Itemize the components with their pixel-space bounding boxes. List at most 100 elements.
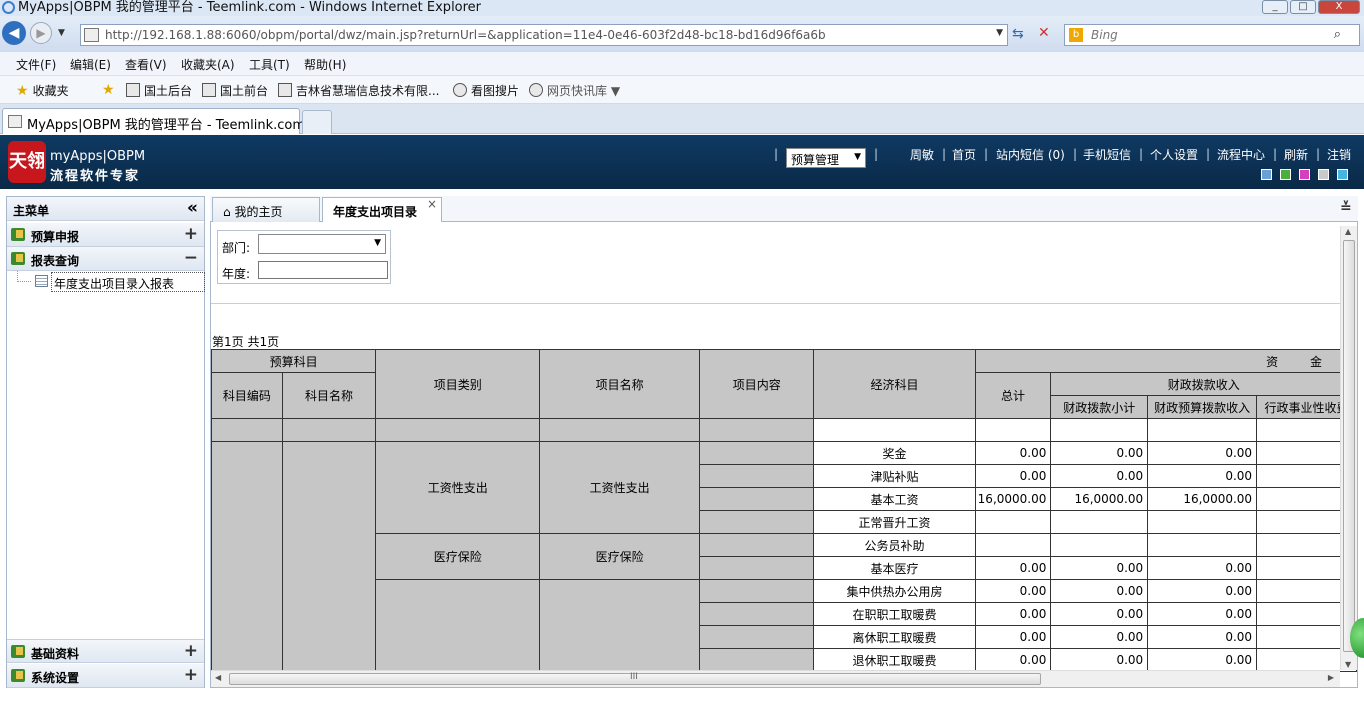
- vertical-scrollbar[interactable]: ▲ ▼: [1340, 226, 1357, 670]
- favorite-link-5[interactable]: 网页快讯库 ▼: [529, 82, 620, 99]
- sidebar-item-report-query[interactable]: 报表查询 −: [7, 247, 204, 271]
- year-label: 年度:: [222, 267, 251, 281]
- menu-bar: 文件(F) 编辑(E) 查看(V) 收藏夹(A) 工具(T) 帮助(H): [0, 52, 1364, 76]
- cell-budget: 16,0000.00: [1147, 487, 1258, 511]
- expand-icon[interactable]: +: [184, 665, 198, 685]
- cell-content: [699, 533, 815, 557]
- menu-edit[interactable]: 编辑(E): [70, 56, 111, 73]
- sidebar-item-basic-data[interactable]: 基础资料 +: [7, 639, 204, 663]
- expand-icon[interactable]: +: [184, 641, 198, 661]
- menu-tools[interactable]: 工具(T): [249, 56, 290, 73]
- dept-select[interactable]: ▼: [258, 234, 386, 254]
- cell-content: [699, 441, 815, 465]
- close-tab-icon[interactable]: ×: [427, 197, 437, 211]
- header-fiscal-subtotal: 财政拨款小计: [1050, 395, 1149, 419]
- sms-link[interactable]: 手机短信: [1083, 146, 1131, 163]
- history-dropdown-icon[interactable]: ▼: [58, 28, 65, 38]
- cell-subtotal: 0.00: [1050, 441, 1149, 465]
- cell-econ: 公务员补助: [813, 533, 976, 557]
- scroll-thumb[interactable]: [1343, 240, 1355, 652]
- cell-content: [699, 556, 815, 580]
- logout-link[interactable]: 注销: [1327, 146, 1351, 163]
- close-window-button[interactable]: X: [1318, 0, 1360, 14]
- forward-button[interactable]: ▶: [30, 22, 52, 44]
- favorite-link-4[interactable]: 看图搜片: [453, 82, 519, 99]
- sidebar-subitem-annual-report[interactable]: 年度支出项目录入报表: [15, 271, 205, 293]
- cell-budget: 0.00: [1147, 579, 1258, 603]
- minimize-button[interactable]: _: [1262, 0, 1288, 14]
- expand-icon[interactable]: +: [184, 224, 198, 244]
- theme-swatch-purple[interactable]: [1299, 169, 1310, 180]
- report-icon: [35, 275, 48, 287]
- favorites-button[interactable]: ★ 收藏夹: [16, 82, 69, 99]
- back-button[interactable]: ◀: [2, 21, 26, 45]
- messages-link[interactable]: 站内短信 (0): [996, 146, 1065, 163]
- search-placeholder: Bing: [1091, 28, 1118, 42]
- tab-my-home[interactable]: ⌂ 我的主页: [212, 197, 320, 222]
- tab-list-dropdown-icon[interactable]: ≚: [1340, 200, 1352, 216]
- favorite-link-3[interactable]: 吉林省慧瑞信息技术有限...: [278, 82, 439, 99]
- menu-view[interactable]: 查看(V): [125, 56, 167, 73]
- new-tab-button[interactable]: [302, 110, 332, 134]
- header-total: 总计: [974, 372, 1052, 419]
- cell-total: [974, 533, 1052, 557]
- tab-page-icon: [8, 115, 22, 128]
- collapse-icon[interactable]: −: [184, 248, 198, 268]
- tab-annual-project[interactable]: 年度支出项目录 ×: [322, 197, 442, 223]
- scroll-right-icon[interactable]: ▶: [1328, 673, 1334, 682]
- menu-favorites[interactable]: 收藏夹(A): [181, 56, 235, 73]
- cell-subtotal: 0.00: [1050, 556, 1149, 580]
- collapse-sidebar-icon[interactable]: «: [187, 198, 198, 218]
- cell-econ: 基本工资: [813, 487, 976, 511]
- address-toolbar: ◀ ▶ ▼ http://192.168.1.88:6060/obpm/port…: [0, 16, 1364, 52]
- cell-total: 0.00: [974, 625, 1052, 649]
- address-input[interactable]: http://192.168.1.88:6060/obpm/portal/dwz…: [80, 24, 1008, 46]
- cell-content: [699, 579, 815, 603]
- refresh-icon[interactable]: ⇆: [1012, 26, 1024, 42]
- menu-file[interactable]: 文件(F): [16, 56, 56, 73]
- favorite-link-2[interactable]: 国土前台: [202, 82, 268, 99]
- maximize-button[interactable]: □: [1290, 0, 1316, 14]
- refresh-link[interactable]: 刷新: [1284, 146, 1308, 163]
- menu-help[interactable]: 帮助(H): [304, 56, 346, 73]
- search-icon[interactable]: ⌕: [1334, 27, 1341, 42]
- home-link[interactable]: 首页: [952, 146, 976, 163]
- theme-swatch-green[interactable]: [1280, 169, 1291, 180]
- window-title: MyApps|OBPM 我的管理平台 - Teemlink.com - Wind…: [18, 0, 482, 15]
- sidebar-header: 主菜单 «: [7, 197, 204, 221]
- table-cell: [211, 418, 283, 442]
- home-icon: ⌂: [223, 205, 231, 219]
- theme-swatch-blue[interactable]: [1261, 169, 1272, 180]
- user-name[interactable]: 周敏: [910, 146, 934, 163]
- scroll-up-icon[interactable]: ▲: [1345, 227, 1351, 236]
- sidebar-item-system-settings[interactable]: 系统设置 +: [7, 664, 204, 688]
- favorite-link-1[interactable]: 国土后台: [126, 82, 192, 99]
- page-icon: [84, 28, 99, 42]
- module-select[interactable]: 预算管理 ▼: [786, 148, 866, 168]
- settings-link[interactable]: 个人设置: [1150, 146, 1198, 163]
- header-project-name: 项目名称: [539, 349, 701, 419]
- add-favorite-icon[interactable]: ★: [102, 82, 119, 98]
- address-dropdown-icon[interactable]: ▼: [996, 28, 1003, 38]
- year-input[interactable]: [258, 261, 388, 279]
- sidebar-title: 主菜单: [13, 204, 50, 218]
- dept-label: 部门:: [222, 241, 251, 255]
- stop-icon[interactable]: ✕: [1038, 25, 1050, 41]
- address-text: http://192.168.1.88:6060/obpm/portal/dwz…: [105, 28, 826, 42]
- theme-swatch-gray[interactable]: [1318, 169, 1329, 180]
- workflow-link[interactable]: 流程中心: [1217, 146, 1265, 163]
- scroll-thumb[interactable]: III: [229, 672, 1041, 685]
- table-cell: [281, 441, 377, 672]
- header-funds: 资 金: [974, 349, 1357, 373]
- scroll-left-icon[interactable]: ◀: [215, 673, 221, 682]
- brand-logo: 天翎: [8, 141, 46, 183]
- sidebar-item-budget-apply[interactable]: 预算申报 +: [7, 223, 204, 247]
- search-input[interactable]: b Bing ⌕: [1064, 24, 1360, 46]
- theme-swatch-cyan[interactable]: [1337, 169, 1348, 180]
- browser-tab-title: MyApps|OBPM 我的管理平台 - Teemlink.com: [27, 118, 306, 133]
- scroll-down-icon[interactable]: ▼: [1345, 660, 1351, 669]
- browser-tab-active[interactable]: MyApps|OBPM 我的管理平台 - Teemlink.com: [2, 108, 305, 134]
- horizontal-scrollbar[interactable]: ◀ III ▶: [211, 670, 1340, 687]
- cell-econ: 基本医疗: [813, 556, 976, 580]
- cell-subtotal: 0.00: [1050, 579, 1149, 603]
